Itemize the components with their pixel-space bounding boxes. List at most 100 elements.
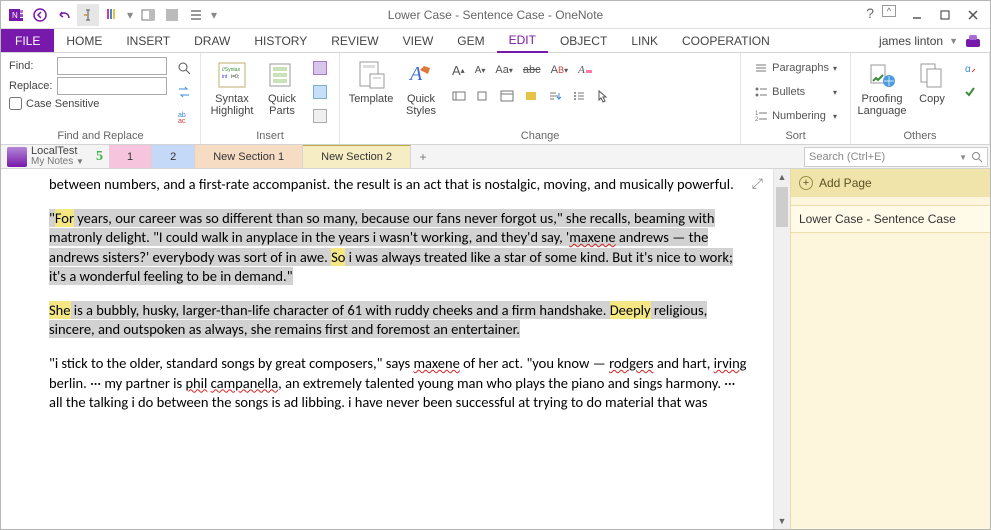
cursor-text-icon[interactable] xyxy=(77,4,99,26)
tab-link[interactable]: LINK xyxy=(619,29,670,52)
insert-small-3[interactable] xyxy=(309,105,331,127)
svg-text:ac: ac xyxy=(178,118,186,123)
page-canvas[interactable]: ⤢ between numbers, and a first-rate acco… xyxy=(1,169,773,529)
quick-parts-button[interactable]: Quick Parts xyxy=(259,57,305,119)
tab-cooperation[interactable]: COOPERATION xyxy=(670,29,782,52)
notebook-icon xyxy=(7,147,27,167)
group-change: Template A Quick Styles A▴ A▾ Aa▾ abc AB… xyxy=(340,53,741,144)
back-icon[interactable] xyxy=(29,4,51,26)
select-icon[interactable] xyxy=(592,85,614,107)
tab-review[interactable]: REVIEW xyxy=(319,29,390,52)
proofing-language-button[interactable]: Proofing Language xyxy=(859,57,905,119)
group-label-fr: Find and Replace xyxy=(9,128,192,142)
replace-label: Replace: xyxy=(9,80,53,92)
user-name[interactable]: james linton xyxy=(879,34,943,48)
qat-dropdown-icon[interactable]: ▾ xyxy=(125,4,135,26)
add-section-button[interactable]: + xyxy=(411,145,435,168)
quick-styles-button[interactable]: A Quick Styles xyxy=(398,57,444,119)
syntax-highlight-button[interactable]: //Syntaxinti=0; Syntax Highlight xyxy=(209,57,255,119)
qat-more-icon[interactable]: ▾ xyxy=(209,4,219,26)
tab-view[interactable]: VIEW xyxy=(391,29,446,52)
close-button[interactable] xyxy=(960,5,986,25)
shrink-font-icon[interactable]: A▾ xyxy=(471,59,490,81)
svg-text:N: N xyxy=(12,11,18,20)
superscript-icon[interactable]: AB▾ xyxy=(547,59,572,81)
change-case-icon[interactable]: Aa▾ xyxy=(491,59,516,81)
case-sensitive-label: Case Sensitive xyxy=(26,98,99,110)
onenote-icon[interactable]: N xyxy=(5,4,27,26)
case-sensitive-checkbox[interactable] xyxy=(9,97,22,110)
title-bar: N ▾ ▾ Lower Case - Sentence Case - OneNo… xyxy=(1,1,990,29)
user-dropdown-icon[interactable]: ▼ xyxy=(949,36,958,46)
plus-icon: + xyxy=(799,176,813,190)
notebook-dropdown[interactable]: LocalTest My Notes ▼ xyxy=(1,145,90,168)
paragraph-4: "i stick to the older, standard songs by… xyxy=(49,354,749,413)
tab-history[interactable]: HISTORY xyxy=(242,29,319,52)
tab-draw[interactable]: DRAW xyxy=(182,29,242,52)
replace-all-icon[interactable]: abac xyxy=(173,105,195,127)
list-icon[interactable] xyxy=(185,4,207,26)
clear-format-icon[interactable]: A xyxy=(574,59,597,81)
share-icon[interactable] xyxy=(964,33,982,49)
add-page-button[interactable]: + Add Page xyxy=(791,169,990,197)
numbering-button[interactable]: 12Numbering▾ xyxy=(749,105,842,127)
paragraph-1: between numbers, and a first-rate accomp… xyxy=(49,175,749,195)
file-tab[interactable]: FILE xyxy=(1,29,54,52)
maximize-button[interactable] xyxy=(932,5,958,25)
others-small-2[interactable] xyxy=(959,81,981,103)
tab-gem[interactable]: GEM xyxy=(445,29,496,52)
paragraph-2: "For years, our career was so different … xyxy=(49,209,749,287)
grow-font-icon[interactable]: A▴ xyxy=(448,59,469,81)
others-small-1[interactable]: ɑ xyxy=(959,57,981,79)
field-icon[interactable] xyxy=(448,85,470,107)
dock-icon[interactable] xyxy=(137,4,159,26)
minimize-button[interactable] xyxy=(904,5,930,25)
uncheck-icon[interactable] xyxy=(472,85,494,107)
paragraphs-button[interactable]: Paragraphs▾ xyxy=(749,57,842,79)
copy-button[interactable]: Copy xyxy=(909,57,955,107)
section-tab-new1[interactable]: New Section 1 xyxy=(195,145,303,168)
replace-one-icon[interactable] xyxy=(173,81,195,103)
list-convert-icon[interactable] xyxy=(568,85,590,107)
fullpage-icon[interactable] xyxy=(161,4,183,26)
find-input[interactable] xyxy=(57,57,167,75)
highlighter-icon[interactable] xyxy=(101,4,123,26)
tab-edit[interactable]: EDIT xyxy=(497,29,548,53)
search-input[interactable]: Search (Ctrl+E) ▼ xyxy=(804,147,988,167)
paragraph-3: She is a bubbly, husky, larger-than-life… xyxy=(49,301,749,340)
help-icon[interactable]: ? xyxy=(866,5,874,25)
group-label-others: Others xyxy=(859,128,981,142)
tab-object[interactable]: OBJECT xyxy=(548,29,619,52)
svg-text:i=0;: i=0; xyxy=(231,74,239,80)
template-button[interactable]: Template xyxy=(348,57,394,107)
section-tab-1[interactable]: 1 xyxy=(109,145,152,168)
tab-home[interactable]: HOME xyxy=(54,29,114,52)
undo-icon[interactable] xyxy=(53,4,75,26)
find-label: Find: xyxy=(9,60,53,72)
sync-badge[interactable]: 5 xyxy=(96,149,103,165)
search-scope-icon[interactable]: ▼ xyxy=(959,153,967,162)
replace-input[interactable] xyxy=(57,77,167,95)
shading-icon[interactable] xyxy=(520,85,542,107)
section-tab-new2[interactable]: New Section 2 xyxy=(303,145,411,168)
group-label-insert: Insert xyxy=(209,128,331,142)
scroll-thumb[interactable] xyxy=(776,187,788,227)
page-list-item[interactable]: Lower Case - Sentence Case xyxy=(791,205,990,233)
expand-icon[interactable]: ⤢ xyxy=(752,175,763,194)
vertical-scrollbar[interactable]: ▲ ▼ xyxy=(773,169,790,529)
tab-insert[interactable]: INSERT xyxy=(114,29,182,52)
insert-small-1[interactable] xyxy=(309,57,331,79)
insert-small-2[interactable] xyxy=(309,81,331,103)
svg-text:ɑ: ɑ xyxy=(965,64,971,75)
search-icon[interactable] xyxy=(971,151,983,163)
strikethrough-icon[interactable]: abc xyxy=(519,59,545,81)
box-icon[interactable] xyxy=(496,85,518,107)
sort-lines-icon[interactable] xyxy=(544,85,566,107)
section-tab-2[interactable]: 2 xyxy=(152,145,195,168)
group-find-replace: Find: Replace: Case Sensitive abac Find … xyxy=(1,53,201,144)
find-next-icon[interactable] xyxy=(173,57,195,79)
ribbon-collapse-icon[interactable]: ^ xyxy=(882,5,896,17)
bullets-button[interactable]: Bullets▾ xyxy=(749,81,842,103)
scroll-down-icon[interactable]: ▼ xyxy=(774,513,790,529)
scroll-up-icon[interactable]: ▲ xyxy=(774,169,790,185)
